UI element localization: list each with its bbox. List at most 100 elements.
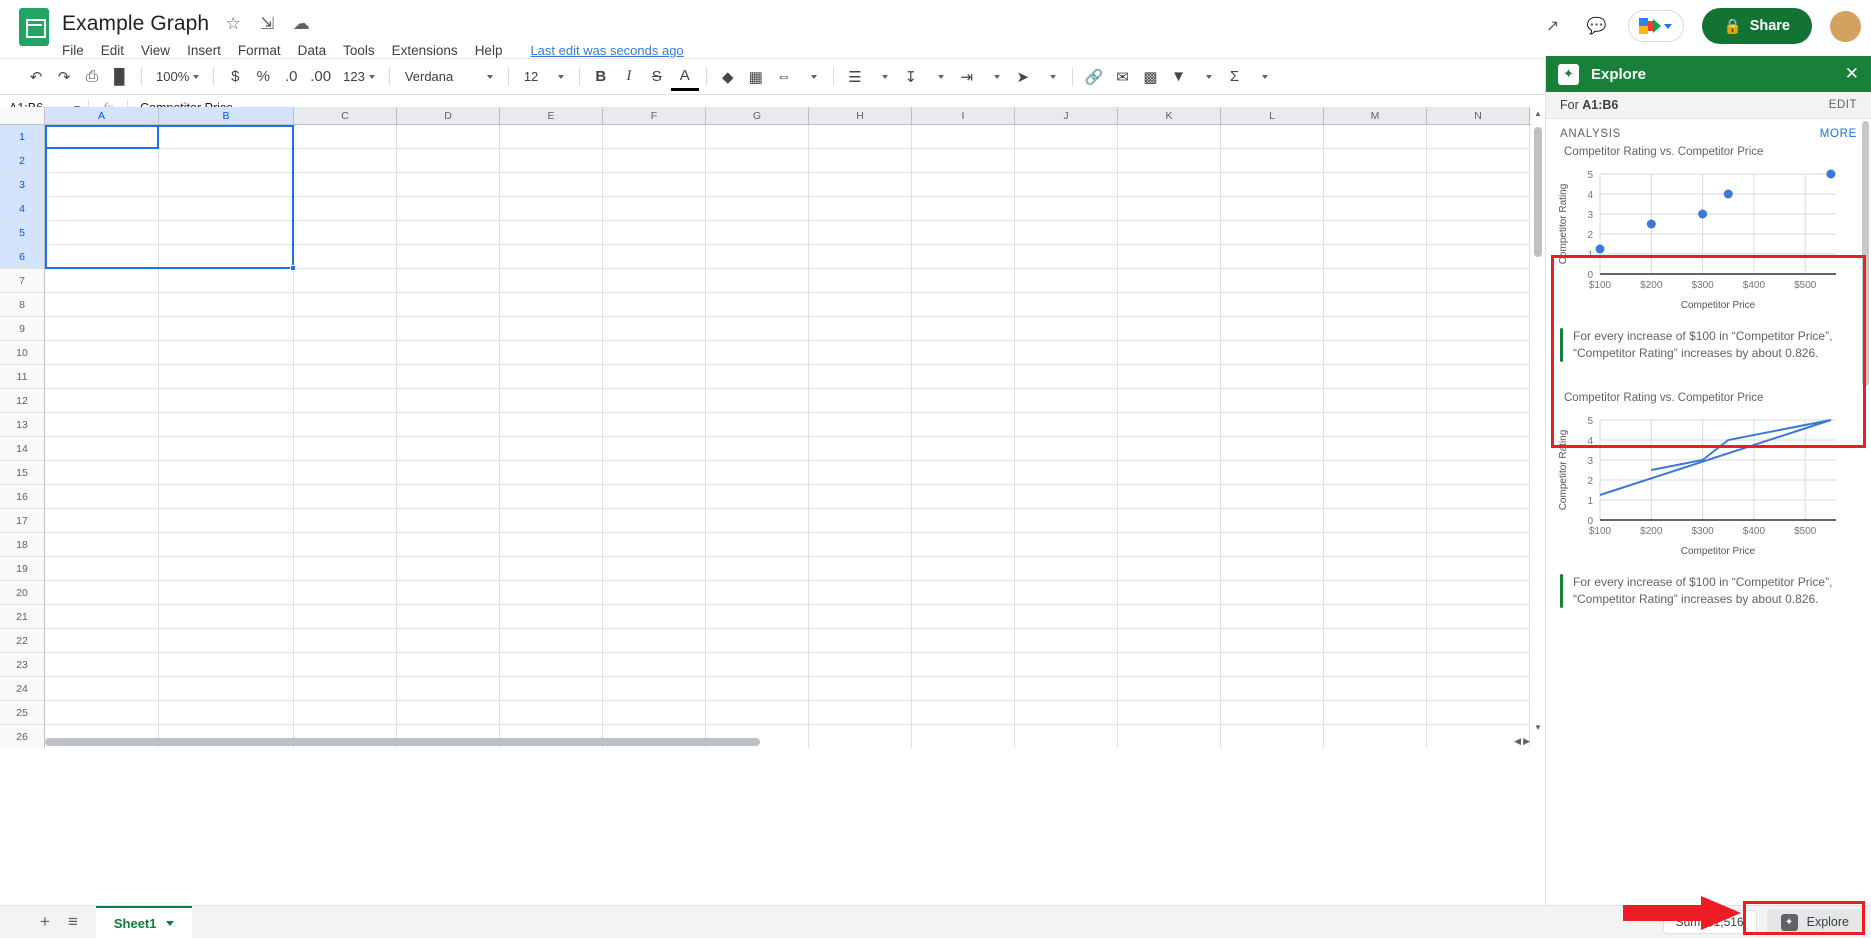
cell-A31[interactable] <box>45 197 159 221</box>
cell-A33[interactable] <box>45 149 159 173</box>
cell-G24[interactable] <box>706 365 809 389</box>
cell-N15[interactable] <box>1427 581 1530 605</box>
cell-G15[interactable] <box>706 581 809 605</box>
cell-B24[interactable] <box>159 365 294 389</box>
cell-M13[interactable] <box>1324 629 1427 653</box>
cell-E17[interactable] <box>500 533 603 557</box>
cell-L21[interactable] <box>1221 437 1324 461</box>
currency-format-button[interactable]: $ <box>221 63 249 91</box>
cell-J31[interactable] <box>1015 197 1118 221</box>
row-header-26[interactable]: 26 <box>0 725 44 748</box>
cell-C18[interactable] <box>294 509 397 533</box>
cell-B17[interactable] <box>159 533 294 557</box>
cell-D25[interactable] <box>397 341 500 365</box>
cell-F10[interactable] <box>603 701 706 725</box>
filter-icon[interactable]: ▼ <box>1165 63 1193 91</box>
cell-K24[interactable] <box>1118 365 1221 389</box>
cell-N32[interactable] <box>1427 173 1530 197</box>
column-header-e[interactable]: E <box>500 107 603 124</box>
insert-chart-icon[interactable]: ▩ <box>1137 63 1165 91</box>
cell-D29[interactable] <box>397 245 500 269</box>
cell-J10[interactable] <box>1015 701 1118 725</box>
cell-B25[interactable] <box>159 341 294 365</box>
cell-G33[interactable] <box>706 149 809 173</box>
cell-J30[interactable] <box>1015 221 1118 245</box>
cell-C33[interactable] <box>294 149 397 173</box>
cell-D33[interactable] <box>397 149 500 173</box>
cell-L25[interactable] <box>1221 341 1324 365</box>
cell-G26[interactable] <box>706 317 809 341</box>
cell-F31[interactable] <box>603 197 706 221</box>
horizontal-align-icon[interactable]: ☰ <box>841 63 869 91</box>
cell-N21[interactable] <box>1427 437 1530 461</box>
cell-A20[interactable] <box>45 461 159 485</box>
bold-button[interactable]: B <box>587 63 615 91</box>
cell-I10[interactable] <box>912 701 1015 725</box>
cell-C30[interactable] <box>294 221 397 245</box>
cell-A32[interactable] <box>45 173 159 197</box>
cell-B15[interactable] <box>159 581 294 605</box>
cell-C25[interactable] <box>294 341 397 365</box>
add-sheet-icon[interactable]: + <box>40 912 50 932</box>
cell-K11[interactable] <box>1118 677 1221 701</box>
cell-N26[interactable] <box>1427 317 1530 341</box>
move-to-folder-icon[interactable]: ⇲ <box>257 14 277 34</box>
cell-J29[interactable] <box>1015 245 1118 269</box>
cell-C20[interactable] <box>294 461 397 485</box>
cell-M12[interactable] <box>1324 653 1427 677</box>
cell-H28[interactable] <box>809 269 912 293</box>
cell-A24[interactable] <box>45 365 159 389</box>
cell-D14[interactable] <box>397 605 500 629</box>
cell-M33[interactable] <box>1324 149 1427 173</box>
cell-E28[interactable] <box>500 269 603 293</box>
cell-C21[interactable] <box>294 437 397 461</box>
cell-I33[interactable] <box>912 149 1015 173</box>
cell-K34[interactable] <box>1118 125 1221 149</box>
decrease-decimal-button[interactable]: .0 <box>277 63 305 91</box>
row-header-17[interactable]: 17 <box>0 509 44 533</box>
cell-E19[interactable] <box>500 485 603 509</box>
cell-D12[interactable] <box>397 653 500 677</box>
cell-B13[interactable] <box>159 629 294 653</box>
vertical-align-chevron-icon[interactable] <box>925 63 953 91</box>
cell-I31[interactable] <box>912 197 1015 221</box>
column-header-b[interactable]: B <box>159 107 294 124</box>
cell-B30[interactable] <box>159 221 294 245</box>
cell-C12[interactable] <box>294 653 397 677</box>
cell-N12[interactable] <box>1427 653 1530 677</box>
cell-A19[interactable] <box>45 485 159 509</box>
row-header-18[interactable]: 18 <box>0 533 44 557</box>
cell-C16[interactable] <box>294 557 397 581</box>
cell-H20[interactable] <box>809 461 912 485</box>
cell-L27[interactable] <box>1221 293 1324 317</box>
cell-E30[interactable] <box>500 221 603 245</box>
cell-L20[interactable] <box>1221 461 1324 485</box>
cell-G32[interactable] <box>706 173 809 197</box>
zoom-selector[interactable]: 100% <box>149 69 206 84</box>
cell-F18[interactable] <box>603 509 706 533</box>
cell-C11[interactable] <box>294 677 397 701</box>
cell-I25[interactable] <box>912 341 1015 365</box>
cell-E25[interactable] <box>500 341 603 365</box>
cell-H24[interactable] <box>809 365 912 389</box>
row-header-16[interactable]: 16 <box>0 485 44 509</box>
cell-D27[interactable] <box>397 293 500 317</box>
cell-B19[interactable] <box>159 485 294 509</box>
cell-J13[interactable] <box>1015 629 1118 653</box>
font-family-selector[interactable]: Verdana <box>397 69 501 84</box>
scatter-chart[interactable]: 012345$100$200$300$400$500Competitor Rat… <box>1546 158 1871 322</box>
cell-B23[interactable] <box>159 389 294 413</box>
cell-M11[interactable] <box>1324 677 1427 701</box>
cell-D26[interactable] <box>397 317 500 341</box>
cell-N18[interactable] <box>1427 509 1530 533</box>
sheet-tab-sheet1[interactable]: Sheet1 <box>96 906 192 938</box>
cell-L33[interactable] <box>1221 149 1324 173</box>
row-header-24[interactable]: 24 <box>0 677 44 701</box>
cell-K22[interactable] <box>1118 413 1221 437</box>
column-header-c[interactable]: C <box>294 107 397 124</box>
cell-M19[interactable] <box>1324 485 1427 509</box>
cell-N33[interactable] <box>1427 149 1530 173</box>
cell-N29[interactable] <box>1427 245 1530 269</box>
menu-item-extensions[interactable]: Extensions <box>392 43 458 58</box>
cell-M32[interactable] <box>1324 173 1427 197</box>
